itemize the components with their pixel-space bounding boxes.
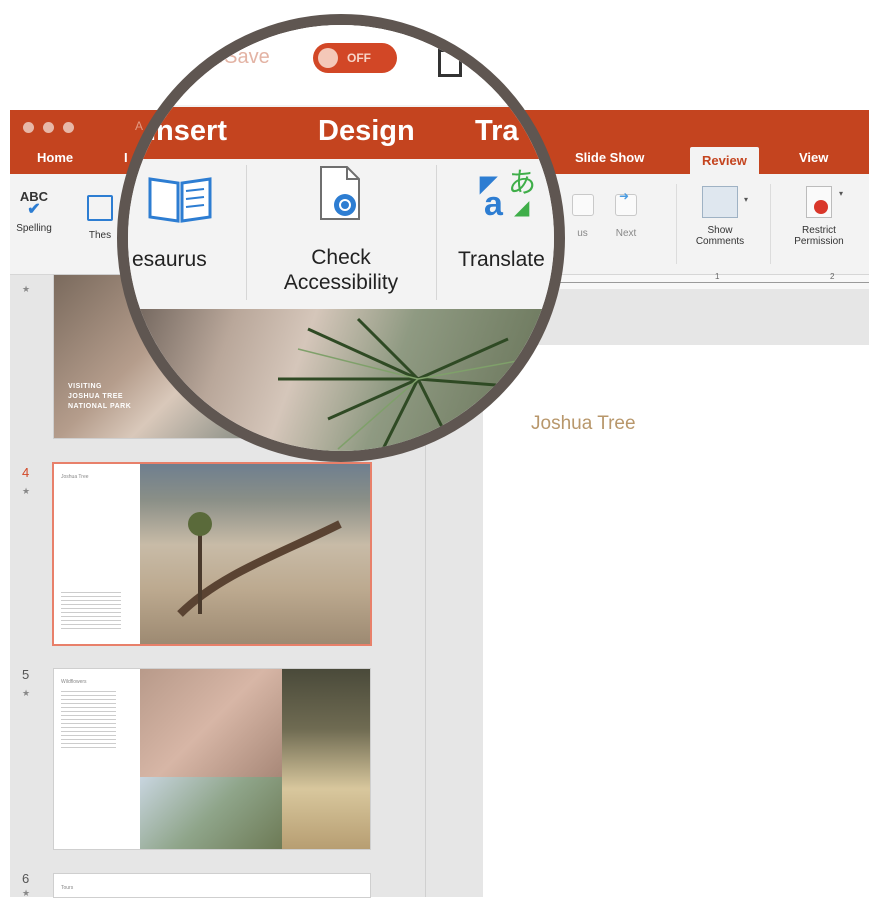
- tab-design[interactable]: Design: [318, 115, 415, 148]
- slide-heading: Tours: [61, 885, 74, 891]
- slide-thumbnail[interactable]: Tours: [54, 874, 370, 897]
- tab-slide-show[interactable]: Slide Show: [575, 150, 644, 165]
- previous-comment-icon: [571, 194, 594, 216]
- slide-heading: Joshua Tree: [61, 474, 89, 480]
- autosave-toggle[interactable]: OFF: [313, 43, 397, 73]
- tab-insert[interactable]: Insert: [148, 115, 227, 148]
- spelling-button[interactable]: ABC ✔ Spelling: [14, 190, 54, 235]
- transition-star-icon: ★: [22, 486, 31, 496]
- slide-caption: VISITING: [68, 383, 102, 390]
- close-window-button[interactable]: [23, 122, 34, 133]
- ribbon-divider: [676, 184, 677, 264]
- book-icon: [87, 195, 113, 221]
- magnifier-lens: AutoSave OFF Insert Design Tra esaurus C…: [117, 14, 565, 462]
- tab-view[interactable]: View: [799, 150, 828, 165]
- thesaurus-button[interactable]: esaurus: [132, 247, 207, 272]
- previous-comment-button[interactable]: us: [565, 194, 600, 240]
- tab-review[interactable]: Review: [690, 147, 759, 174]
- slide-caption: JOSHUA TREE: [68, 393, 124, 400]
- autosave-label: AutoSave: [183, 46, 270, 68]
- ribbon-divider: [770, 184, 771, 264]
- slide-thumbnail[interactable]: Wildflowers: [54, 669, 370, 849]
- slide-caption: NATIONAL PARK: [68, 403, 132, 410]
- check-accessibility-icon: [319, 165, 361, 221]
- minimize-window-button[interactable]: [43, 122, 54, 133]
- slide-photo: [140, 777, 282, 849]
- thesaurus-icon: [148, 175, 212, 223]
- spelling-icon: ABC ✔: [19, 189, 49, 218]
- tab-home[interactable]: Home: [37, 150, 73, 165]
- show-comments-button[interactable]: ▾ Show Comments: [684, 186, 756, 247]
- transition-star-icon: ★: [22, 688, 31, 698]
- slide-body-text: [61, 691, 116, 751]
- ruler-mark: 1: [715, 272, 720, 281]
- translate-icon: ◤ あ a ◢: [480, 166, 537, 223]
- comments-pane-icon: ▾: [702, 186, 748, 218]
- next-comment-icon: ➜: [615, 190, 637, 216]
- next-comment-button[interactable]: ➜ Next: [607, 190, 645, 240]
- translate-button[interactable]: Translate: [458, 247, 545, 272]
- slide-photo: [140, 464, 370, 644]
- magnified-slide-photo: [128, 309, 554, 451]
- zoom-window-button[interactable]: [63, 122, 74, 133]
- slide-body-text: [61, 592, 121, 632]
- slide-number: 4: [22, 465, 30, 480]
- save-icon[interactable]: [438, 47, 462, 77]
- tab-transitions[interactable]: Tra: [475, 115, 519, 148]
- ruler-mark: 2: [830, 272, 835, 281]
- ribbon-divider: [246, 165, 247, 300]
- slide-thumbnail-selected[interactable]: Joshua Tree: [54, 464, 370, 644]
- transition-star-icon: ★: [22, 888, 31, 898]
- restrict-permission-button[interactable]: ▾ Restrict Permission: [780, 186, 858, 247]
- slide-heading: Wildflowers: [61, 679, 87, 685]
- restrict-permission-icon: ▾: [806, 186, 843, 218]
- transition-star-icon: ★: [22, 284, 31, 294]
- ribbon-divider: [436, 165, 437, 300]
- horizontal-ruler[interactable]: 1 2: [540, 272, 869, 289]
- thesaurus-small-button[interactable]: Thes: [80, 190, 120, 242]
- slide-number: 6: [22, 871, 30, 886]
- check-accessibility-button[interactable]: Check Accessibility: [268, 245, 414, 295]
- slide-photo: [282, 669, 370, 849]
- slide-photo: [140, 669, 282, 777]
- slide-number: 5: [22, 667, 30, 682]
